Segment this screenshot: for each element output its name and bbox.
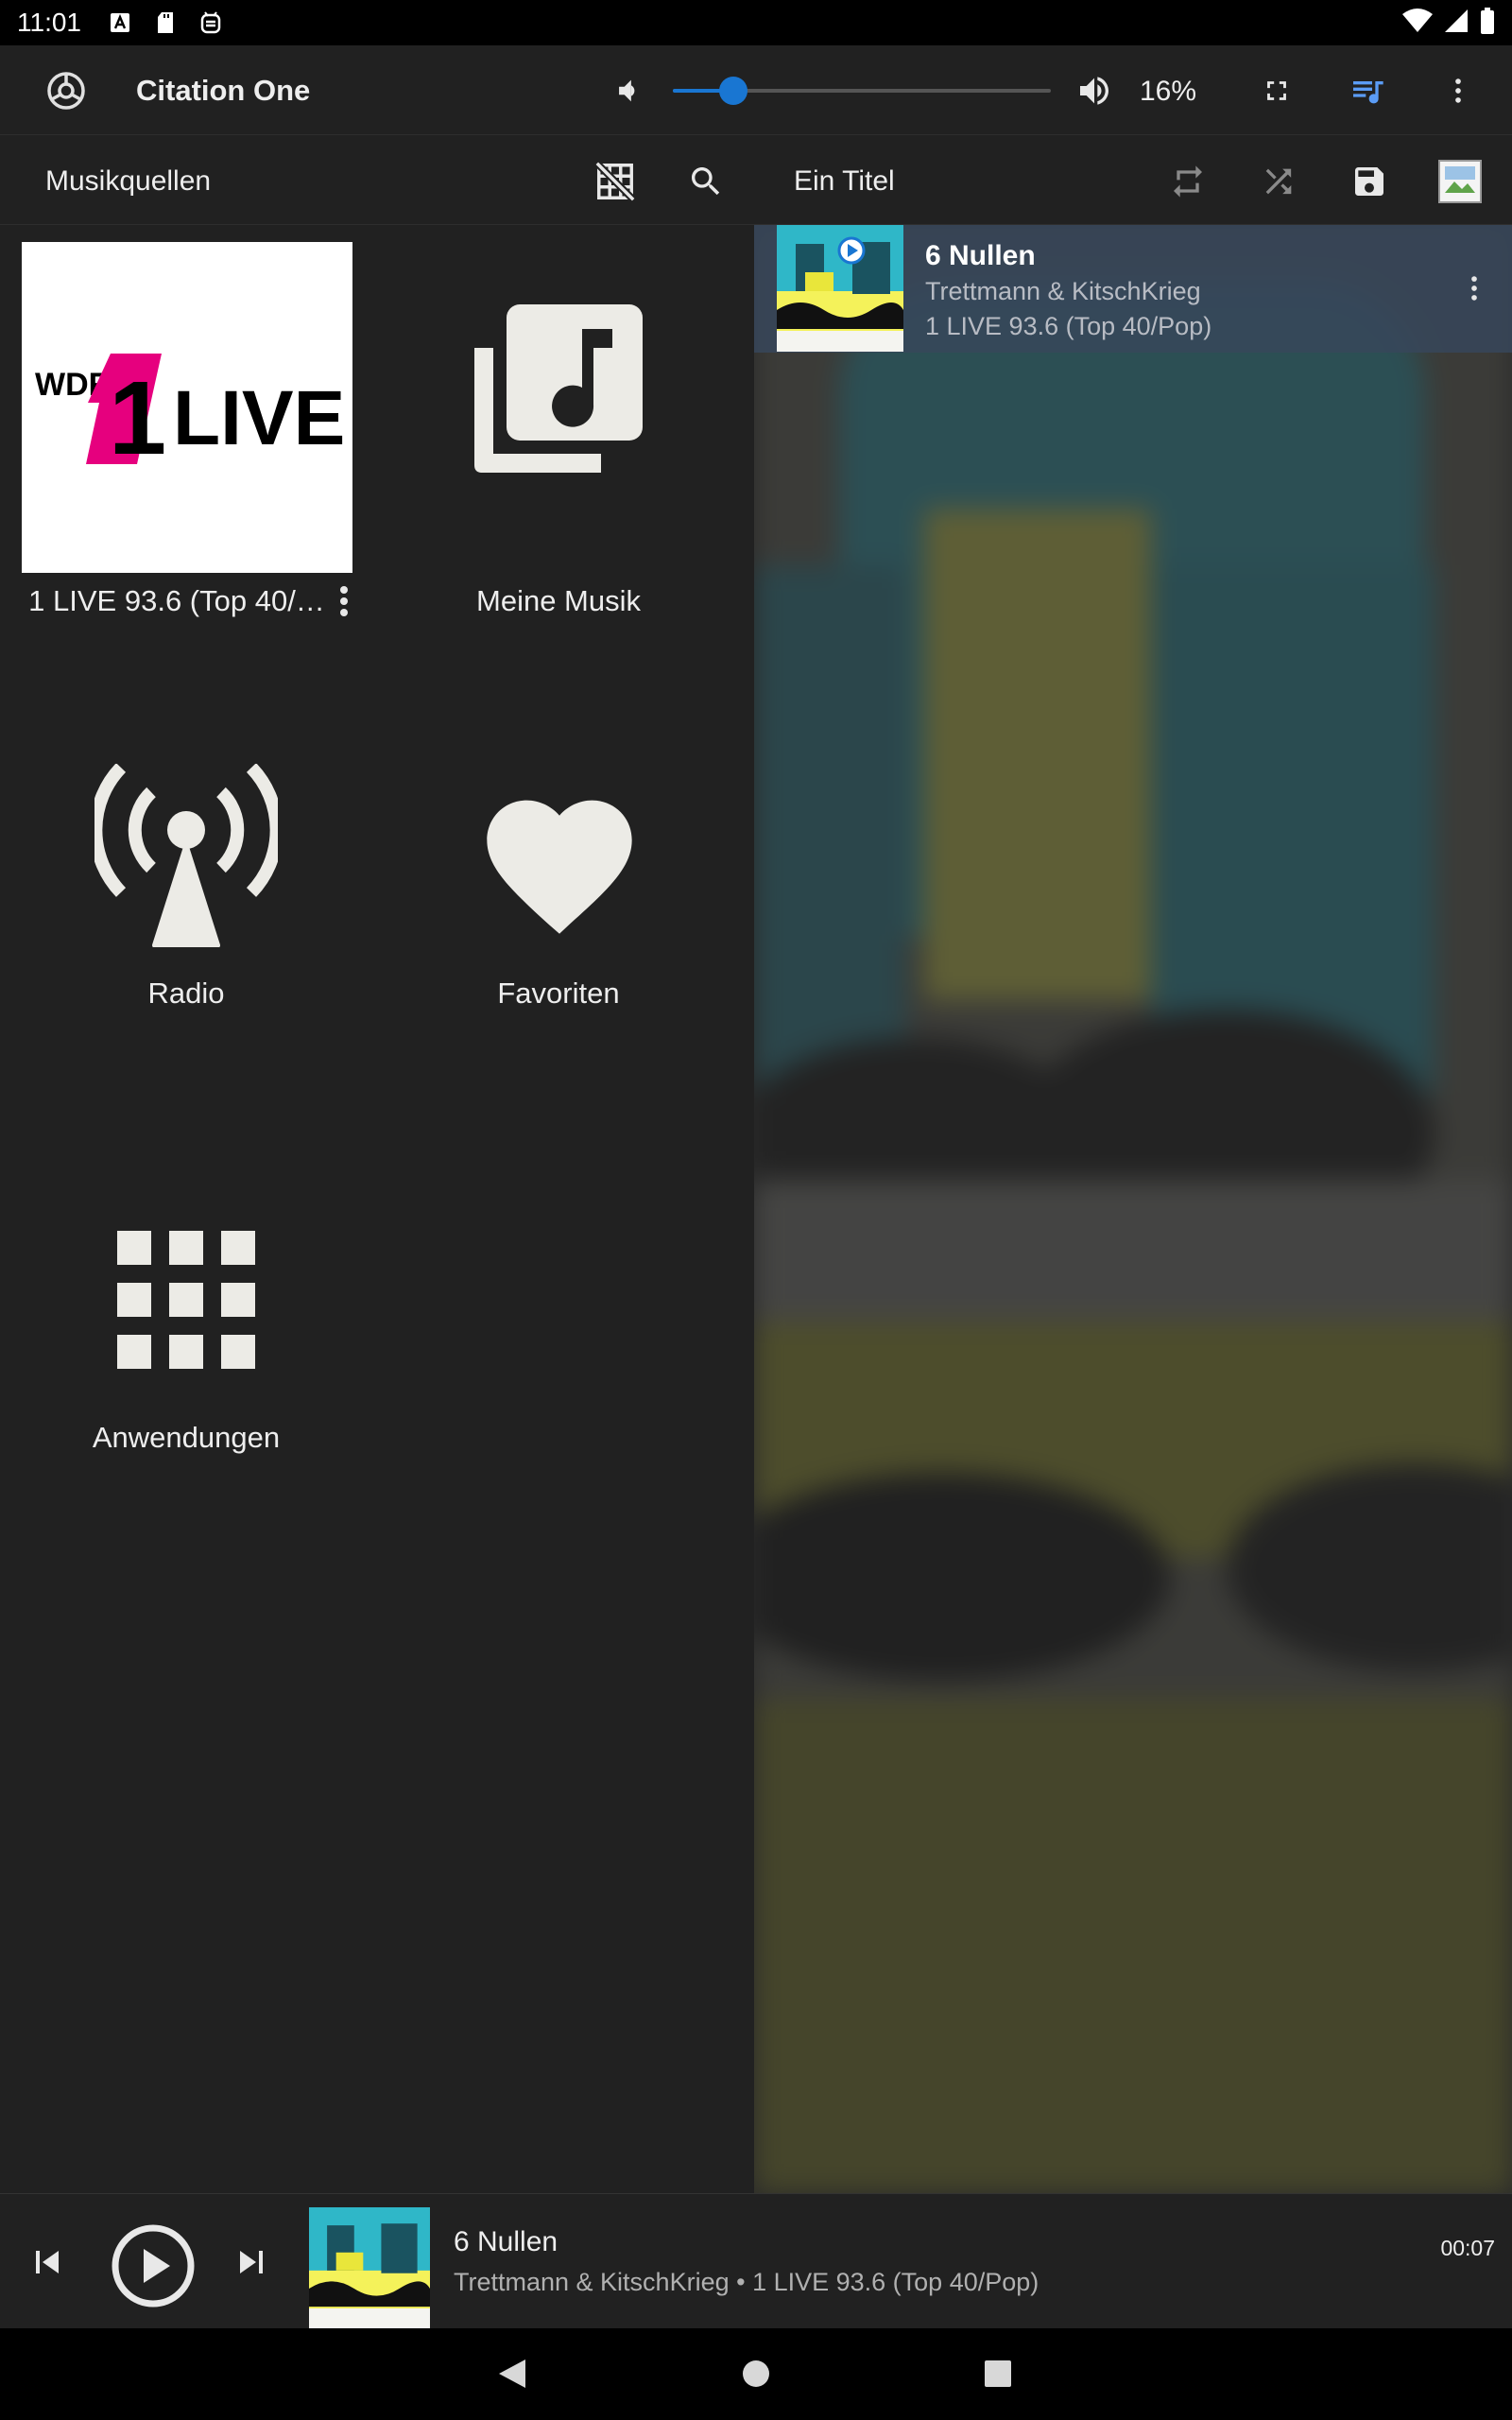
app-bar: Citation One 16% bbox=[0, 45, 1512, 135]
volume-slider[interactable] bbox=[673, 77, 1051, 105]
queue-item-more-icon[interactable] bbox=[1453, 265, 1495, 312]
signal-icon bbox=[1444, 9, 1469, 38]
back-icon[interactable] bbox=[491, 2353, 533, 2394]
battery-icon bbox=[1480, 7, 1495, 39]
search-icon[interactable] bbox=[680, 156, 731, 207]
fullscreen-icon[interactable] bbox=[1253, 68, 1300, 113]
tile-radio[interactable]: Radio bbox=[0, 669, 372, 1010]
app-logo-icon[interactable] bbox=[45, 70, 87, 112]
radio-tower-icon bbox=[89, 763, 284, 948]
volume-up-icon[interactable] bbox=[1070, 66, 1119, 115]
music-sources-panel: Musikquellen WDR 1 LIVE 1 LIVE 93.6 (Top… bbox=[0, 135, 754, 2193]
queue-music-icon[interactable] bbox=[1344, 68, 1391, 113]
library-music-icon bbox=[471, 301, 646, 476]
logo-text-live: LIVE bbox=[173, 375, 345, 461]
sd-card-icon bbox=[153, 10, 178, 35]
tile-label: Radio bbox=[147, 977, 225, 1010]
repeat-icon[interactable] bbox=[1162, 156, 1213, 207]
queue-item-station: 1 LIVE 93.6 (Top 40/Pop) bbox=[925, 312, 1212, 340]
music-sources-header: Musikquellen bbox=[0, 135, 754, 225]
queue-item-artist: Trettmann & KitschKrieg bbox=[925, 277, 1201, 305]
player-time: 00:07 bbox=[1440, 2236, 1495, 2260]
tile-more-icon[interactable] bbox=[335, 584, 353, 622]
shuffle-icon[interactable] bbox=[1253, 156, 1304, 207]
play-icon[interactable] bbox=[108, 2221, 198, 2311]
more-vert-icon[interactable] bbox=[1435, 68, 1482, 113]
tile-favoriten[interactable]: Favoriten bbox=[372, 669, 745, 1010]
tile-anwendungen[interactable]: Anwendungen bbox=[0, 1114, 372, 1454]
tile-label: Anwendungen bbox=[92, 1421, 281, 1454]
tile-label: 1 LIVE 93.6 (Top 40/… bbox=[28, 584, 325, 617]
apps-grid-icon bbox=[115, 1229, 257, 1371]
heart-icon bbox=[472, 778, 646, 939]
queue-title: Ein Titel bbox=[794, 165, 895, 197]
cover-art-icon[interactable] bbox=[1435, 156, 1486, 207]
queue-panel: Ein Titel 6 Nullen Trettmann & KitschKri… bbox=[754, 135, 1512, 2193]
player-title: 6 Nullen bbox=[454, 2226, 558, 2257]
player-bar: 6 Nullen Trettmann & KitschKrieg • 1 LIV… bbox=[0, 2193, 1512, 2328]
volume-percent: 16% bbox=[1140, 76, 1197, 107]
fdroid-icon bbox=[198, 10, 223, 35]
status-bar: 11:01 bbox=[0, 0, 1512, 45]
wifi-icon bbox=[1402, 8, 1433, 38]
app-title: Citation One bbox=[136, 74, 311, 107]
tile-label: Meine Musik bbox=[476, 584, 641, 617]
home-icon[interactable] bbox=[735, 2353, 777, 2394]
cover-art-background bbox=[754, 225, 1512, 2193]
logo-text-1: 1 bbox=[109, 360, 166, 476]
skip-previous-icon[interactable] bbox=[21, 2236, 74, 2289]
grid-off-icon[interactable] bbox=[590, 156, 641, 207]
tile-label: Favoriten bbox=[497, 977, 620, 1010]
queue-item[interactable]: 6 Nullen Trettmann & KitschKrieg 1 LIVE … bbox=[754, 225, 1512, 353]
tile-1live[interactable]: WDR 1 LIVE 1 LIVE 93.6 (Top 40/… bbox=[0, 225, 372, 617]
volume-down-icon[interactable] bbox=[605, 68, 652, 113]
player-cover bbox=[309, 2207, 430, 2328]
status-right bbox=[1402, 0, 1495, 45]
text-a-icon bbox=[108, 10, 132, 35]
recents-icon[interactable] bbox=[977, 2353, 1019, 2394]
queue-item-title: 6 Nullen bbox=[925, 240, 1036, 271]
status-time: 11:01 bbox=[17, 8, 81, 37]
system-nav-bar bbox=[0, 2328, 1512, 2420]
station-logo: WDR 1 LIVE bbox=[22, 242, 352, 573]
volume-slider-thumb[interactable] bbox=[719, 77, 747, 105]
skip-next-icon[interactable] bbox=[225, 2236, 278, 2289]
tile-meine-musik[interactable]: Meine Musik bbox=[372, 225, 745, 617]
player-subtitle: Trettmann & KitschKrieg • 1 LIVE 93.6 (T… bbox=[454, 2268, 1040, 2296]
play-indicator-icon bbox=[837, 236, 866, 265]
save-icon[interactable] bbox=[1344, 156, 1395, 207]
music-sources-title: Musikquellen bbox=[45, 165, 212, 197]
queue-header: Ein Titel bbox=[754, 135, 1512, 225]
